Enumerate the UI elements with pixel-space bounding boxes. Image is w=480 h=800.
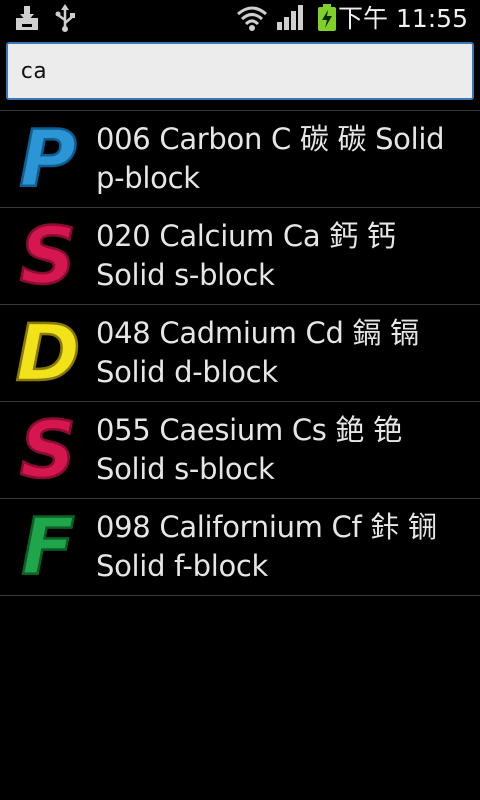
download-icon — [16, 6, 38, 30]
element-entry: 006 Carbon C 碳 碳 Solid p-block — [96, 122, 445, 195]
results-list: P 006 Carbon C 碳 碳 Solid p-block S 020 C… — [0, 110, 480, 596]
list-item[interactable]: S 055 Caesium Cs 銫 铯 Solid s-block — [0, 402, 480, 498]
element-entry: 048 Cadmium Cd 鎘 镉 Solid d-block — [96, 316, 419, 389]
element-entry: 020 Calcium Ca 鈣 钙 Solid s-block — [96, 219, 396, 292]
usb-icon — [55, 4, 75, 32]
list-item[interactable]: S 020 Calcium Ca 鈣 钙 Solid s-block — [0, 208, 480, 304]
block-badge: S — [0, 402, 96, 498]
battery-charging-icon — [318, 4, 336, 31]
badge-letter: P — [19, 115, 76, 205]
clock: 下午 11:55 — [338, 4, 468, 33]
block-badge: P — [0, 111, 96, 207]
badge-letter: D — [16, 309, 81, 399]
badge-letter: S — [20, 212, 76, 302]
element-entry: 098 Californium Cf 鉲 锎 Solid f-block — [96, 510, 437, 583]
block-badge: S — [0, 208, 96, 304]
badge-letter: F — [21, 503, 74, 593]
signal-icon — [277, 5, 303, 30]
block-badge: D — [0, 305, 96, 401]
list-item[interactable]: D 048 Cadmium Cd 鎘 镉 Solid d-block — [0, 305, 480, 401]
block-badge: F — [0, 499, 96, 595]
badge-letter: S — [20, 406, 76, 496]
search-bar — [0, 38, 480, 108]
list-item[interactable]: F 098 Californium Cf 鉲 锎 Solid f-block — [0, 499, 480, 595]
status-bar: 下午 11:55 — [0, 0, 480, 38]
wifi-icon — [237, 6, 267, 31]
search-input[interactable] — [6, 42, 474, 100]
element-entry: 055 Caesium Cs 銫 铯 Solid s-block — [96, 413, 402, 486]
list-item[interactable]: P 006 Carbon C 碳 碳 Solid p-block — [0, 111, 480, 207]
divider — [0, 595, 480, 596]
